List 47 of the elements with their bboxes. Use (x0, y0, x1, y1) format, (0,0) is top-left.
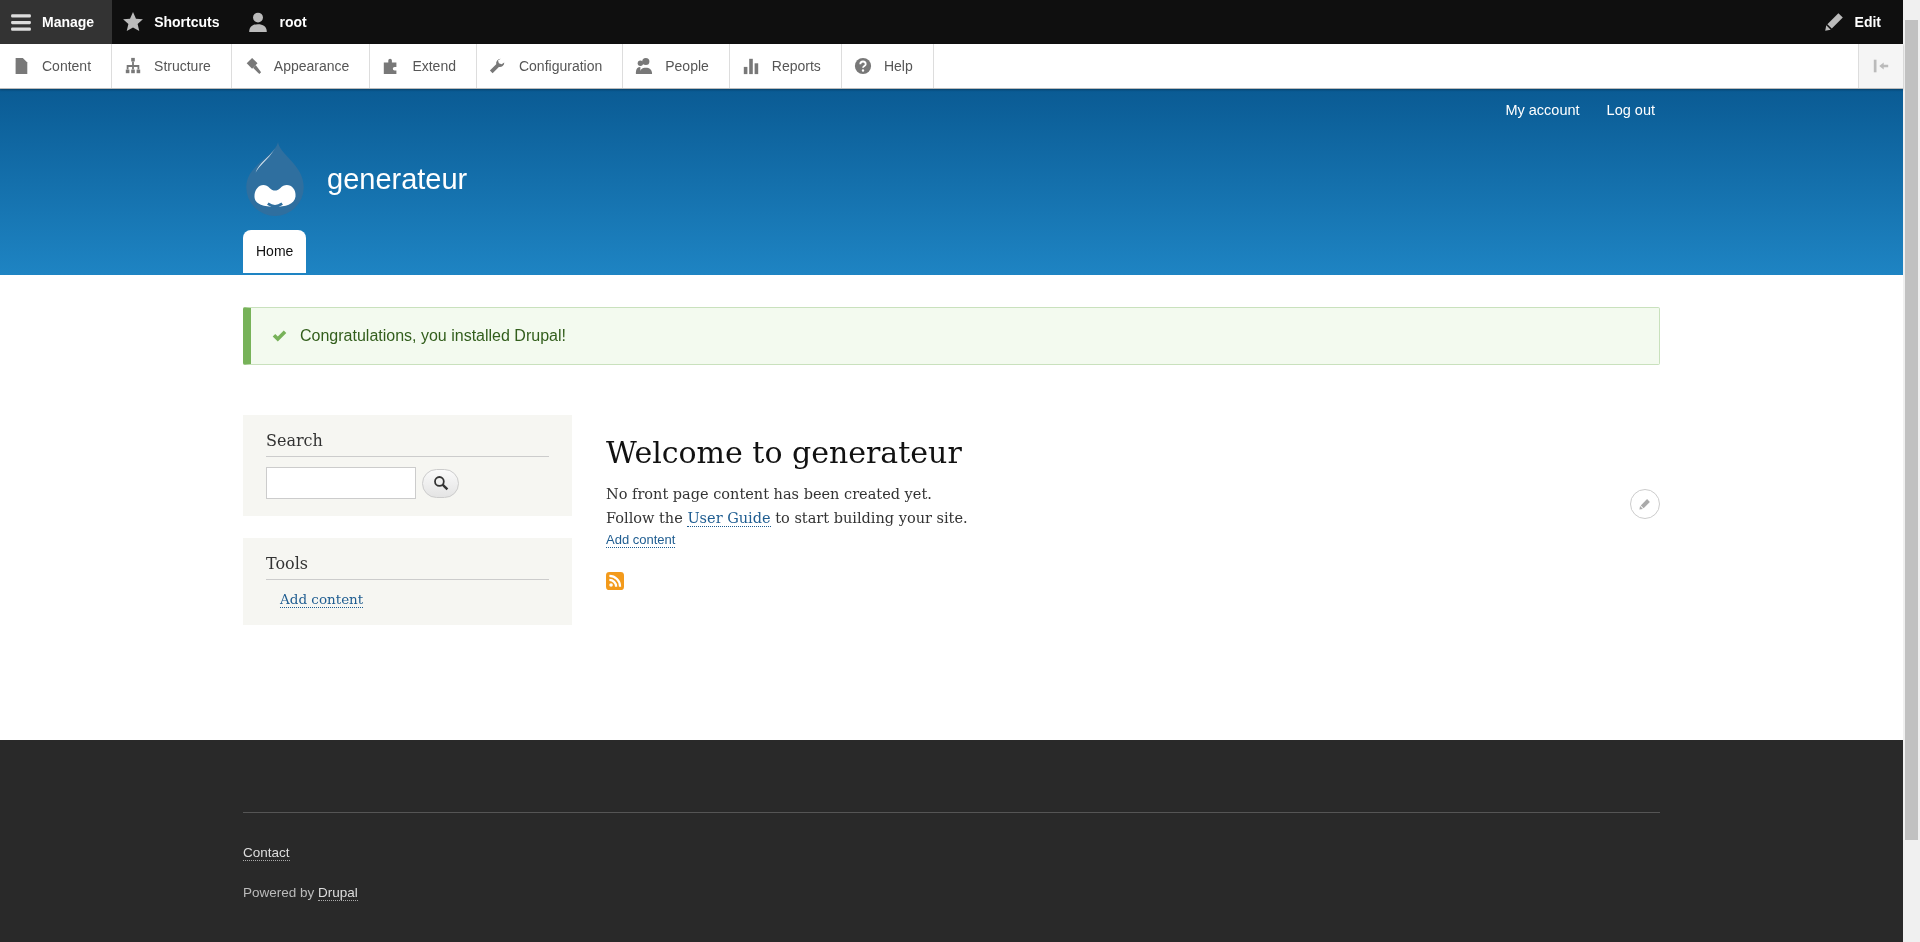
tray-menu-item[interactable]: Appearance (231, 44, 371, 88)
bar-chart-icon (741, 57, 760, 75)
collapse-left-icon (1872, 57, 1890, 75)
tray-menu-item[interactable]: Extend (370, 44, 477, 88)
people-icon (635, 57, 654, 75)
tray-menu-item[interactable]: Configuration (476, 44, 624, 88)
powered-by-text: Powered by Drupal (243, 885, 359, 900)
drop-logo-icon[interactable] (243, 140, 307, 218)
wrench-icon (488, 57, 507, 75)
hierarchy-icon (124, 57, 143, 75)
tray-menu-item[interactable]: Help (841, 44, 934, 88)
search-icon (432, 475, 449, 491)
pencil-icon (1822, 11, 1845, 33)
tray-orientation-toggle[interactable] (1858, 44, 1903, 88)
star-icon (122, 11, 145, 33)
toolbar-tab[interactable]: Shortcuts (112, 0, 238, 44)
block-title: Tools (266, 554, 549, 580)
body-text: No front page content has been created yet. (606, 485, 932, 504)
toolbar-tab[interactable]: Manage (0, 0, 113, 44)
page-title: Welcome to generateur (606, 435, 963, 470)
tray-menu-item[interactable]: People (623, 44, 730, 88)
add-content-link[interactable]: Add content (606, 532, 676, 548)
body-text: Follow the User Guide to start building your site. (606, 509, 968, 529)
rss-feed-icon[interactable] (606, 572, 624, 590)
search-field[interactable] (266, 467, 416, 499)
message-text: Congratulations, you installed Drupal! (300, 327, 566, 345)
menu-icon (10, 11, 32, 33)
search-button[interactable] (422, 468, 459, 498)
site-name[interactable]: generateur (327, 162, 468, 196)
help-icon (853, 57, 872, 75)
drupal-link[interactable]: Drupal (318, 885, 358, 901)
account-link[interactable]: Log out (1606, 102, 1655, 118)
user-guide-link[interactable]: User Guide (687, 510, 771, 527)
account-link[interactable]: My account (1505, 102, 1580, 118)
tray-menu-item[interactable]: Reports (729, 44, 842, 88)
footer-link[interactable]: Contact (243, 845, 290, 861)
pencil-icon (1638, 497, 1652, 511)
toolbar-tab[interactable]: root (237, 0, 325, 44)
tray-menu-item[interactable]: Content (0, 44, 113, 88)
tools-link[interactable]: Add content (280, 591, 364, 608)
nav-tab[interactable]: Home (243, 230, 307, 273)
edit-button[interactable]: Edit (1812, 0, 1903, 44)
scrollbar[interactable] (1903, 0, 1920, 942)
contextual-edit-button[interactable] (1630, 489, 1660, 519)
user-icon (247, 11, 270, 33)
block-title: Search (266, 431, 549, 457)
tray-menu-item[interactable]: Structure (112, 44, 232, 88)
